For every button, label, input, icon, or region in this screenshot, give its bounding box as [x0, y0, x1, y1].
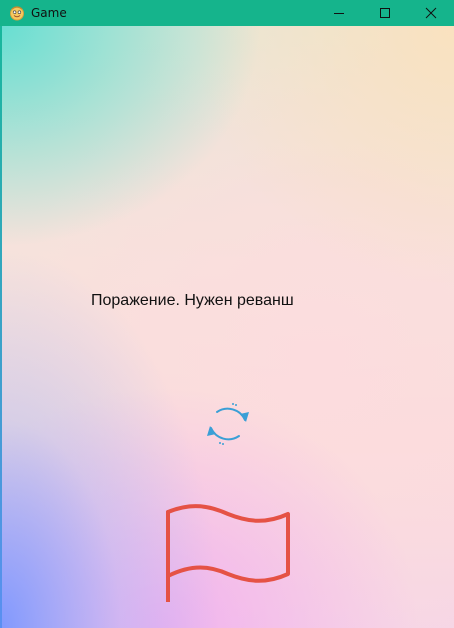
refresh-icon: [207, 403, 249, 445]
maximize-button[interactable]: [362, 0, 408, 26]
game-window: Game Поражение. Нужен реванш: [0, 0, 454, 628]
smiley-face-icon: [9, 5, 25, 21]
close-button[interactable]: [408, 0, 454, 26]
window-title: Game: [31, 6, 67, 20]
window-controls: [316, 0, 454, 26]
maximize-icon: [380, 8, 390, 18]
title-bar[interactable]: Game: [0, 0, 454, 26]
flag-icon: [166, 504, 290, 604]
flag-button[interactable]: [162, 480, 294, 604]
window-border: [0, 26, 2, 628]
minimize-icon: [334, 13, 344, 14]
close-icon: [425, 7, 437, 19]
minimize-button[interactable]: [316, 0, 362, 26]
restart-button[interactable]: [203, 400, 253, 448]
defeat-message: Поражение. Нужен реванш: [91, 292, 294, 309]
